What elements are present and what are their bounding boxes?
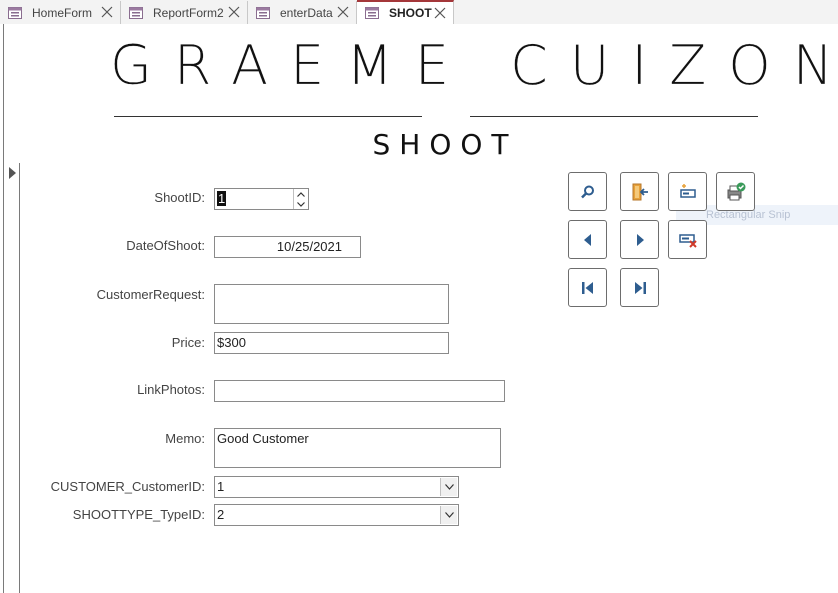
close-icon[interactable]	[227, 5, 241, 19]
close-form-button[interactable]	[620, 172, 659, 211]
memo-field[interactable]: Good Customer	[214, 428, 501, 468]
date-of-shoot-label: DateOfShoot:	[126, 238, 205, 253]
form-subtitle: SHOOT	[372, 128, 518, 161]
customer-request-field[interactable]	[214, 284, 449, 324]
tab-homeform[interactable]: HomeForm	[0, 1, 121, 24]
price-label: Price:	[171, 335, 205, 350]
spin-up-icon[interactable]	[294, 189, 308, 199]
search-icon	[580, 185, 594, 198]
shoot-type-id-combo[interactable]: 2	[214, 504, 459, 526]
tab-label: enterData	[280, 5, 333, 20]
shoot-type-id-value: 2	[217, 507, 225, 522]
tab-enterdata[interactable]: enterData	[248, 1, 357, 24]
exit-door-icon	[632, 183, 648, 200]
save-record-button[interactable]	[716, 172, 755, 211]
page-title: GRAEME CUIZON	[110, 34, 838, 97]
save-print-icon	[727, 182, 745, 200]
title-underline-left	[114, 116, 422, 117]
tab-label: ReportForm2	[153, 5, 224, 20]
chevron-down-icon[interactable]	[440, 478, 457, 496]
spin-down-icon[interactable]	[294, 199, 308, 209]
customer-id-label: CUSTOMER_CustomerID:	[50, 479, 205, 494]
tab-label: SHOOT	[389, 6, 432, 20]
customer-id-combo[interactable]: 1	[214, 476, 459, 498]
delete-record-button[interactable]	[668, 220, 707, 259]
memo-label: Memo:	[165, 431, 205, 446]
last-record-icon	[634, 281, 646, 294]
price-field[interactable]: $300	[214, 332, 449, 354]
next-record-icon	[636, 233, 644, 246]
next-record-button[interactable]	[620, 220, 659, 259]
previous-record-icon	[583, 233, 591, 246]
last-record-button[interactable]	[620, 268, 659, 307]
close-icon[interactable]	[100, 5, 114, 19]
title-underline-right	[470, 116, 758, 117]
shoot-id-field[interactable]: 1	[214, 188, 309, 210]
new-record-button[interactable]	[668, 172, 707, 211]
customer-request-label: CustomerRequest:	[96, 287, 205, 302]
record-selector-border	[19, 163, 20, 593]
close-icon[interactable]	[336, 5, 350, 19]
customer-id-value: 1	[217, 479, 225, 494]
tab-label: HomeForm	[32, 5, 93, 20]
shoot-type-id-label: SHOOTTYPE_TypeID:	[72, 507, 205, 522]
form-border	[3, 24, 4, 593]
record-selector-arrow-icon[interactable]	[9, 167, 16, 179]
date-of-shoot-field[interactable]: 10/25/2021	[214, 236, 361, 258]
new-record-icon	[679, 183, 696, 198]
shoot-id-label: ShootID:	[154, 190, 205, 205]
delete-record-icon	[678, 233, 697, 248]
search-button[interactable]	[568, 172, 607, 211]
shoot-id-spinner[interactable]	[293, 189, 308, 209]
form-icon	[129, 6, 143, 19]
tab-shoot[interactable]: SHOOT	[357, 0, 454, 24]
chevron-down-icon[interactable]	[440, 506, 457, 524]
link-photos-field[interactable]	[214, 380, 505, 402]
previous-record-button[interactable]	[568, 220, 607, 259]
first-record-icon	[581, 281, 593, 294]
tab-reportform2[interactable]: ReportForm2	[121, 1, 248, 24]
form-icon	[256, 6, 270, 19]
form-icon	[365, 7, 379, 19]
shoot-id-value: 1	[217, 191, 227, 206]
close-icon[interactable]	[433, 6, 447, 20]
first-record-button[interactable]	[568, 268, 607, 307]
document-tab-bar: HomeForm ReportForm2 enterData SHOOT	[0, 0, 838, 24]
form-icon	[8, 6, 22, 19]
link-photos-label: LinkPhotos:	[137, 382, 205, 397]
